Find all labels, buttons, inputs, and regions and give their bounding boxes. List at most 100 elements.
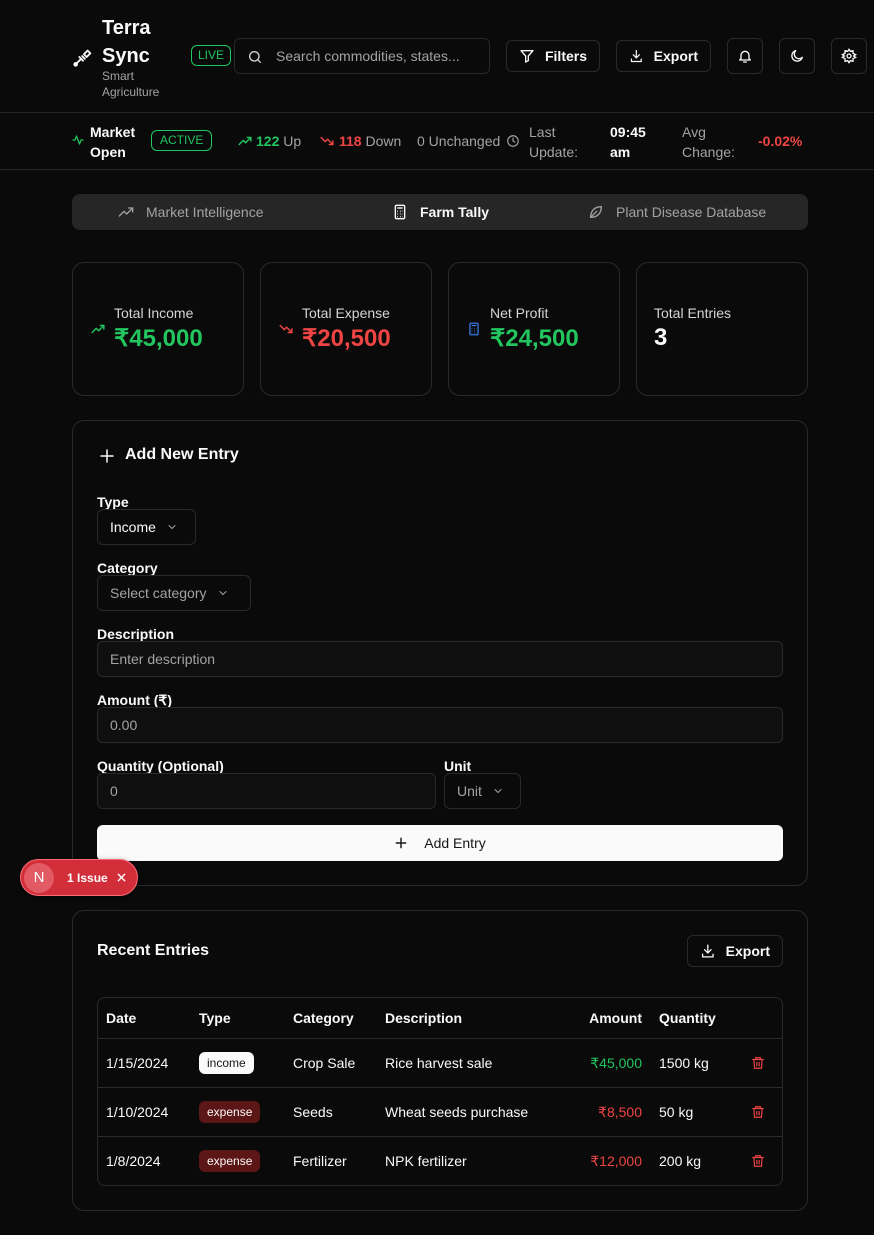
cell-category: Crop Sale — [293, 1055, 356, 1071]
row-divider — [98, 1087, 782, 1088]
calculator-icon — [394, 204, 406, 220]
export-label: Export — [725, 943, 770, 959]
close-icon[interactable] — [116, 872, 127, 883]
income-label: Total Income — [114, 305, 194, 321]
recent-entries-title: Recent Entries — [97, 942, 210, 959]
unit-placeholder: Unit — [457, 783, 482, 799]
cell-description: Rice harvest sale — [385, 1055, 493, 1071]
filters-button[interactable]: Filters — [506, 40, 600, 72]
tab-label: Plant Disease Database — [616, 204, 767, 220]
avg-change-value: -0.02% — [758, 133, 803, 149]
cell-category: Seeds — [293, 1104, 333, 1120]
type-label: Type — [97, 494, 129, 510]
income-value: ₹45,000 — [114, 325, 203, 352]
last-update-value: 09:45 am — [610, 124, 646, 160]
tab-farm-tally[interactable]: Farm Tally — [392, 194, 489, 230]
income-card: Total Income ₹45,000 — [72, 262, 244, 396]
type-badge-expense: expense — [199, 1101, 261, 1123]
delete-entry-button[interactable] — [751, 1104, 765, 1120]
clock-icon — [506, 134, 520, 148]
chevron-down-icon — [219, 591, 226, 596]
category-placeholder: Select category — [110, 585, 207, 601]
export-label: Export — [653, 48, 698, 64]
delete-entry-button[interactable] — [751, 1153, 765, 1169]
category-select[interactable]: Select category — [97, 575, 251, 611]
cell-date: 1/15/2024 — [106, 1055, 169, 1071]
export-button[interactable]: Export — [616, 40, 711, 72]
description-label: Description — [97, 626, 175, 642]
plus-icon — [98, 447, 116, 465]
up-count: 122 Up — [256, 133, 302, 149]
brand-name: Terra Sync — [102, 17, 151, 67]
cell-description: NPK fertilizer — [385, 1153, 467, 1169]
market-active-badge: ACTIVE — [151, 130, 213, 151]
down-count: 118 Down — [339, 133, 402, 149]
issues-indicator[interactable]: N 1 Issue — [20, 859, 138, 896]
unit-label: Unit — [444, 758, 472, 774]
description-input[interactable]: Enter description — [97, 641, 783, 677]
tab-label: Market Intelligence — [146, 204, 264, 220]
profit-value: ₹24,500 — [490, 325, 579, 352]
tab-market-intelligence[interactable]: Market Intelligence — [118, 194, 264, 230]
plus-icon — [395, 837, 407, 849]
activity-icon — [72, 134, 84, 146]
unchanged-count: 0 Unchanged — [417, 133, 501, 149]
brand-subtitle: Smart Agriculture — [102, 69, 160, 99]
quantity-input[interactable]: 0 — [97, 773, 436, 809]
cell-date: 1/8/2024 — [106, 1153, 161, 1169]
main-tabs: Market Intelligence Farm Tally Plant Dis… — [72, 194, 808, 230]
download-icon — [630, 49, 642, 63]
notifications-button[interactable] — [727, 38, 763, 74]
trending-down-icon — [278, 322, 294, 336]
header-divider — [0, 112, 874, 113]
amount-input[interactable]: 0.00 — [97, 707, 783, 743]
satellite-dish-icon — [72, 46, 94, 68]
search-placeholder: Search commodities, states... — [276, 48, 460, 64]
column-header-description: Description — [385, 1010, 463, 1026]
column-header-category: Category — [293, 1010, 354, 1026]
leaf-icon — [590, 206, 602, 218]
market-status-label: Market Open — [90, 124, 136, 160]
trending-up-icon — [90, 322, 106, 336]
profit-label: Net Profit — [490, 305, 549, 321]
cell-date: 1/10/2024 — [106, 1104, 169, 1120]
column-header-date: Date — [106, 1010, 137, 1026]
type-select[interactable]: Income — [97, 509, 196, 545]
expense-card: Total Expense ₹20,500 — [260, 262, 432, 396]
download-icon — [701, 944, 714, 958]
gear-icon — [841, 48, 857, 64]
delete-entry-button[interactable] — [751, 1055, 765, 1071]
recent-export-button[interactable]: Export — [687, 935, 783, 967]
entries-value: 3 — [654, 324, 668, 351]
cell-amount: ₹12,000 — [590, 1153, 642, 1169]
chevron-down-icon — [168, 525, 176, 530]
expense-label: Total Expense — [302, 305, 390, 321]
type-value: Income — [110, 519, 156, 535]
moon-icon — [791, 50, 803, 62]
unit-select[interactable]: Unit — [444, 773, 521, 809]
add-entry-button[interactable]: Add Entry — [97, 825, 783, 861]
issue-count-label: 1 Issue — [67, 870, 108, 885]
tab-plant-disease-database[interactable]: Plant Disease Database — [588, 194, 766, 230]
settings-button[interactable] — [831, 38, 867, 74]
status-divider — [0, 169, 874, 170]
trash-icon — [752, 1106, 764, 1118]
trending-down-icon — [319, 134, 335, 148]
cell-quantity: 50 kg — [659, 1104, 694, 1120]
filter-icon — [520, 50, 534, 63]
search-input[interactable]: Search commodities, states... — [234, 38, 490, 74]
theme-toggle-button[interactable] — [779, 38, 815, 74]
column-header-type: Type — [199, 1010, 231, 1026]
dev-tools-avatar: N — [24, 862, 54, 893]
calculator-icon — [467, 321, 481, 337]
column-header-quantity: Quantity — [659, 1010, 716, 1026]
bell-icon — [739, 50, 751, 63]
cell-description: Wheat seeds purchase — [385, 1104, 529, 1120]
cell-amount: ₹45,000 — [590, 1055, 642, 1071]
trending-up-icon — [118, 207, 134, 217]
category-label: Category — [97, 560, 158, 576]
filters-label: Filters — [544, 48, 587, 64]
cell-quantity: 200 kg — [659, 1153, 702, 1169]
type-badge-income: income — [199, 1052, 254, 1074]
row-divider — [98, 1136, 782, 1137]
